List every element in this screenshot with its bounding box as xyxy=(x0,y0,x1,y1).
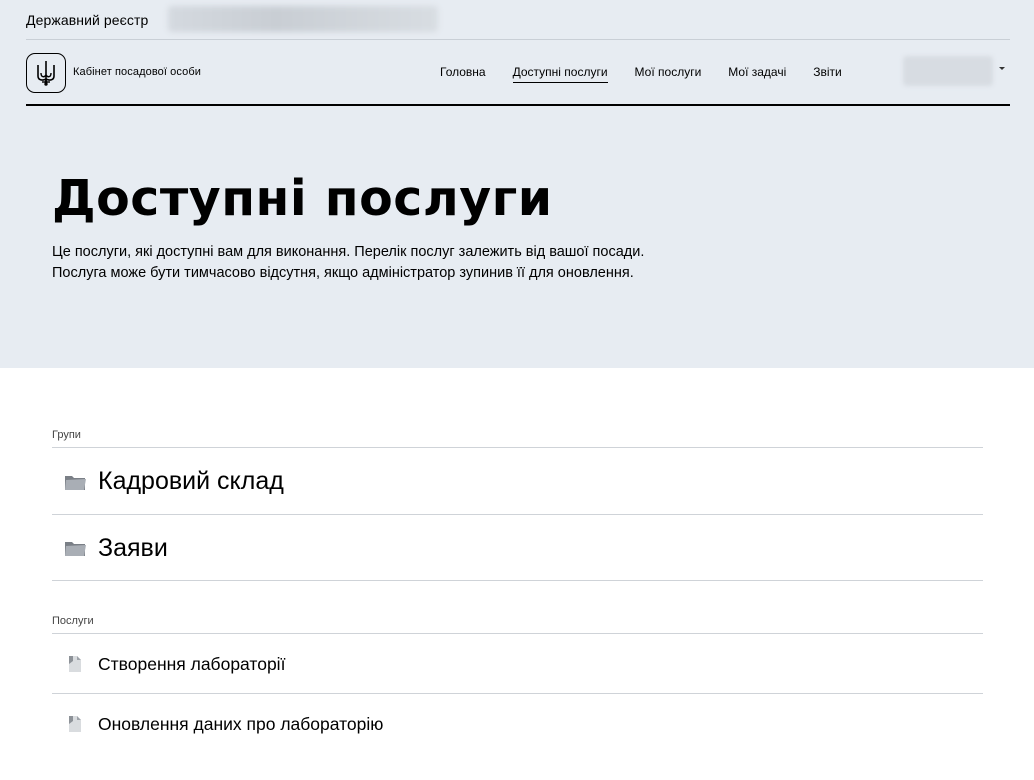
service-title: Оновлення даних про лабораторію xyxy=(98,713,384,734)
group-item-personnel[interactable]: Кадровий склад xyxy=(52,449,983,514)
nav-item-available-services[interactable]: Доступні послуги xyxy=(512,65,608,83)
divider xyxy=(52,514,983,515)
page-title: Доступні послуги xyxy=(52,170,553,227)
group-item-applications[interactable]: Заяви xyxy=(52,516,983,580)
folder-icon xyxy=(52,538,98,558)
brand-title[interactable]: Кабінет посадової особи xyxy=(73,66,201,78)
page-header-area: Державний реєстр Кабінет посадової особи… xyxy=(0,0,1034,368)
divider xyxy=(52,693,983,694)
service-title: Створення лабораторії xyxy=(98,653,286,674)
services-section-label: Послуги xyxy=(52,615,94,627)
registry-name-redacted xyxy=(168,6,438,32)
document-icon xyxy=(52,655,98,673)
divider xyxy=(52,447,983,448)
nav-item-home[interactable]: Головна xyxy=(440,65,486,83)
registry-bar: Державний реєстр xyxy=(26,6,1010,40)
caret-down-icon[interactable] xyxy=(999,67,1005,70)
groups-section-label: Групи xyxy=(52,429,81,441)
service-item-update-laboratory[interactable]: Оновлення даних про лабораторію xyxy=(52,695,983,753)
service-item-create-laboratory[interactable]: Створення лабораторії xyxy=(52,635,983,693)
nav-item-my-tasks[interactable]: Мої задачі xyxy=(728,65,786,83)
folder-icon xyxy=(52,472,98,492)
page-description: Це послуги, які доступні вам для виконан… xyxy=(52,244,645,281)
divider xyxy=(52,580,983,581)
group-title: Заяви xyxy=(98,533,168,562)
document-icon xyxy=(52,715,98,733)
group-title: Кадровий склад xyxy=(98,467,284,495)
main-navigation: Кабінет посадової особи Головна Доступні… xyxy=(26,40,1010,106)
trident-logo-icon[interactable] xyxy=(26,53,66,93)
nav-item-my-services[interactable]: Мої послуги xyxy=(635,65,702,83)
nav-item-reports[interactable]: Звіти xyxy=(813,65,842,83)
divider xyxy=(52,633,983,634)
registry-label: Державний реєстр xyxy=(26,12,149,28)
nav-menu: Головна Доступні послуги Мої послуги Мої… xyxy=(440,65,869,83)
user-menu-redacted[interactable] xyxy=(903,56,993,86)
